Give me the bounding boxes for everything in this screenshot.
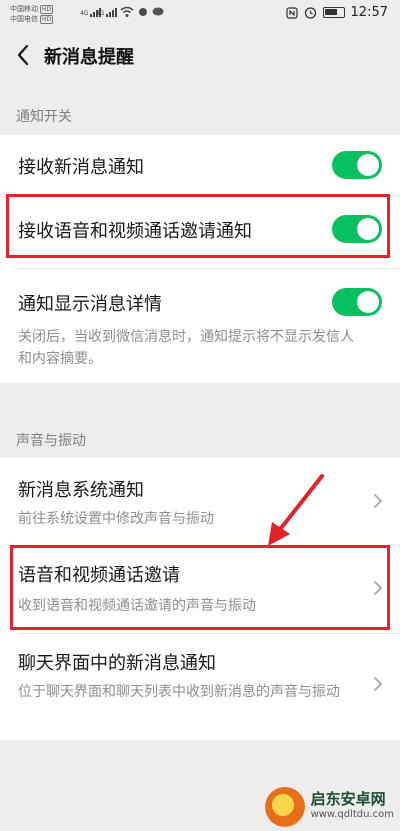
watermark-name: 启东安卓网 — [310, 790, 386, 808]
row-receive-call: 接收语音和视频通话邀请通知 — [0, 195, 400, 260]
carrier-info: 中国移动 HD 中国电信 HD — [10, 4, 54, 24]
section-label-notify: 通知开关 — [16, 109, 72, 125]
chevron-right-icon — [374, 494, 383, 508]
watermark: 启东安卓网 www.qdltdu.com — [264, 787, 394, 827]
chat-notify-label: 聊天界面中的新消息通知 — [18, 653, 216, 674]
nfc-icon — [285, 6, 298, 19]
wifi-icon — [120, 6, 134, 17]
alarm-icon — [304, 7, 316, 19]
status-bar: 中国移动 HD 中国电信 HD 4G 4G 12:57 — [0, 0, 400, 30]
receive-call-label: 接收语音和视频通话邀请通知 — [18, 221, 252, 242]
call-invite-description: 收到语音和视频通话邀请的声音与振动 — [18, 598, 256, 614]
call-invite-label: 语音和视频通话邀请 — [18, 565, 180, 586]
signal-icon-2: 4G — [96, 8, 118, 17]
chat-notify-description: 位于聊天界面和聊天列表中收到新消息的声音与振动 — [18, 684, 340, 700]
watermark-logo-icon — [264, 787, 305, 827]
section-label-sound: 声音与振动 — [16, 433, 86, 449]
row-call-invite[interactable]: 语音和视频通话邀请 收到语音和视频通话邀请的声音与振动 — [0, 545, 400, 633]
watermark-url: www.qdltdu.com — [310, 809, 394, 820]
battery-icon — [322, 7, 345, 18]
show-detail-toggle[interactable] — [332, 288, 382, 316]
chevron-right-icon — [374, 677, 383, 691]
notify-group: 接收新消息通知 接收语音和视频通话邀请通知 通知显示消息详情 关闭后，当收到微信… — [0, 135, 400, 383]
page-title: 新消息提醒 — [44, 47, 134, 68]
carrier-2: 中国电信 — [10, 15, 38, 23]
status-right: 12:57 — [285, 5, 388, 20]
status-icons — [120, 6, 164, 18]
show-detail-description: 关闭后，当收到微信消息时，通知提示将不显示发信人和内容摘要。 — [18, 329, 354, 367]
system-notify-label: 新消息系统通知 — [18, 480, 144, 501]
receive-new-toggle[interactable] — [332, 151, 382, 179]
chevron-left-icon[interactable] — [12, 42, 34, 68]
chevron-right-icon — [374, 581, 383, 595]
hd-badge-2: HD — [40, 15, 54, 24]
sound-group: 新消息系统通知 前往系统设置中修改声音与振动 语音和视频通话邀请 收到语音和视频… — [0, 458, 400, 740]
show-detail-label: 通知显示消息详情 — [18, 294, 162, 315]
nav-bar: 新消息提醒 — [0, 30, 400, 82]
row-system-notify[interactable]: 新消息系统通知 前往系统设置中修改声音与振动 — [0, 458, 400, 545]
row-show-detail: 通知显示消息详情 关闭后，当收到微信消息时，通知提示将不显示发信人和内容摘要。 — [0, 268, 400, 383]
app-icon — [139, 8, 147, 16]
row-receive-new: 接收新消息通知 — [0, 135, 400, 195]
hd-badge: HD — [40, 5, 54, 14]
row-chat-notify[interactable]: 聊天界面中的新消息通知 位于聊天界面和聊天列表中收到新消息的声音与振动 — [0, 633, 400, 740]
system-notify-description: 前往系统设置中修改声音与振动 — [18, 511, 214, 527]
network-1: 4G — [80, 10, 89, 17]
chat-icon — [152, 7, 164, 16]
receive-call-toggle[interactable] — [332, 215, 382, 243]
carrier-1: 中国移动 — [10, 5, 38, 13]
clock: 12:57 — [350, 5, 388, 20]
network-2: 4G — [96, 10, 105, 17]
receive-new-label: 接收新消息通知 — [18, 157, 144, 178]
